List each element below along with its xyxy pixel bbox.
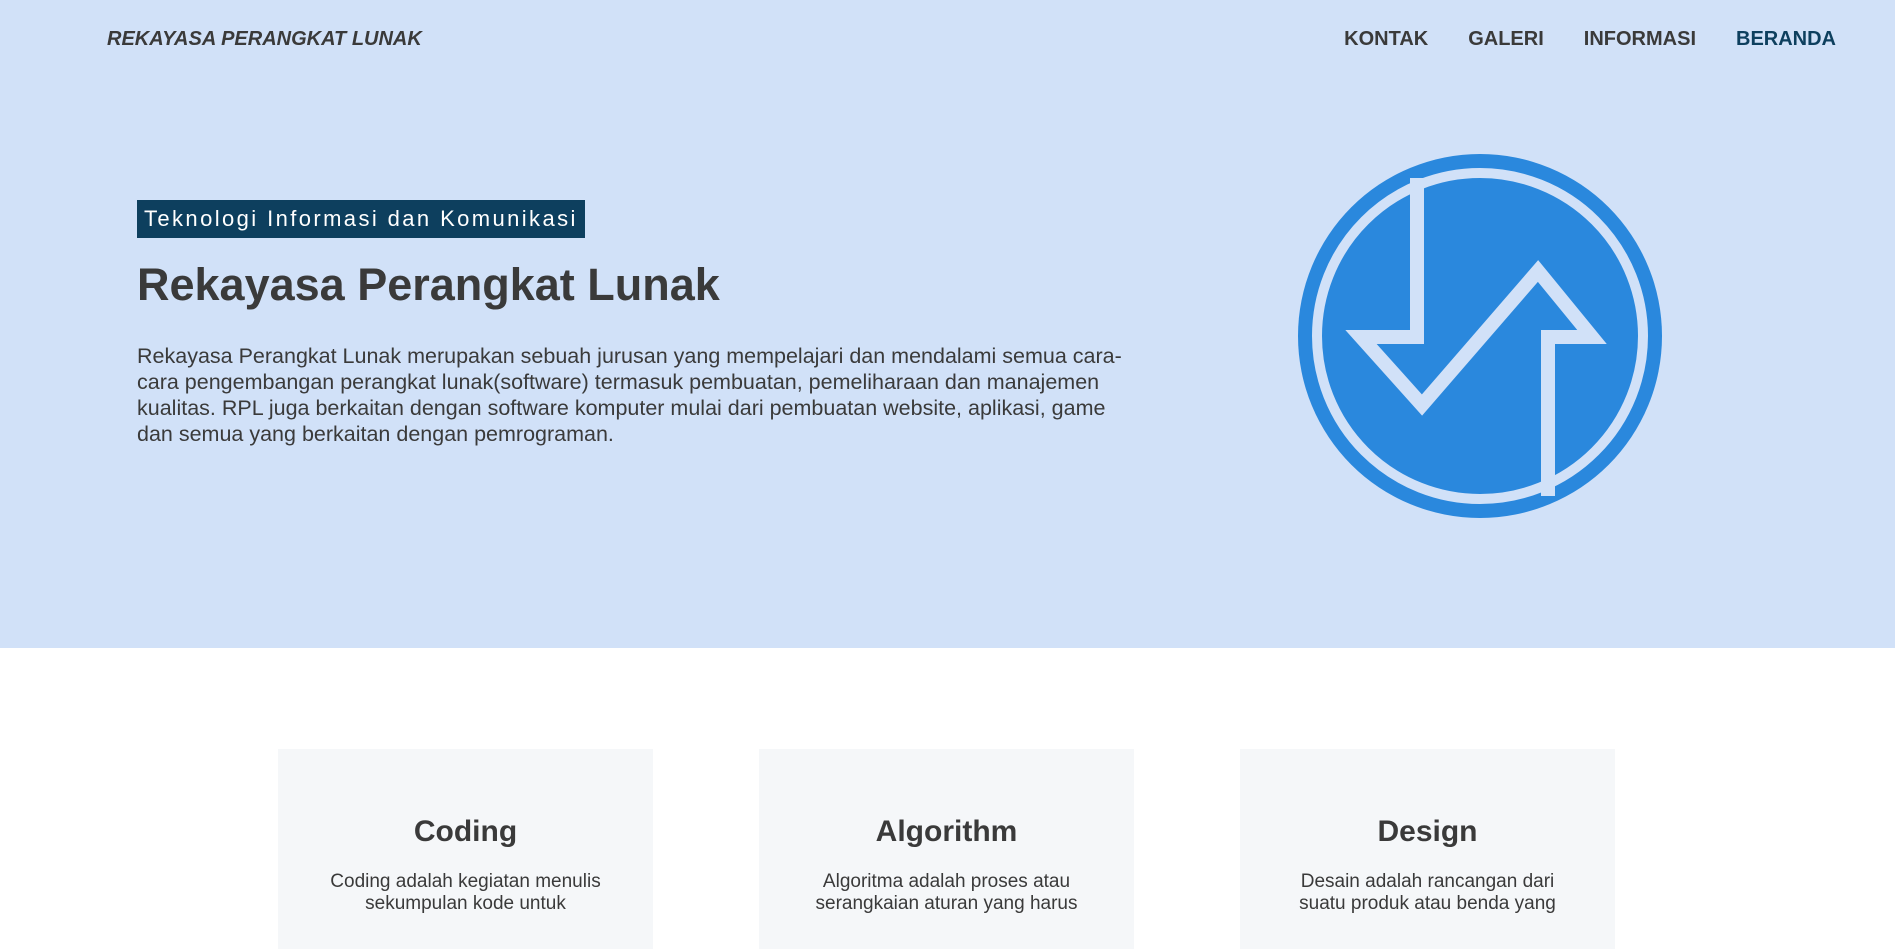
nav-link-galeri[interactable]: GALERI: [1468, 28, 1544, 51]
card-text: Algoritma adalah proses atau serangkaian…: [815, 871, 1078, 914]
card-title: Design: [1377, 815, 1478, 848]
card-coding: Coding Coding adalah kegiatan menulis se…: [278, 749, 653, 949]
card-text: Desain adalah rancangan dari suatu produ…: [1299, 871, 1556, 914]
main-nav: KONTAK GALERI INFORMASI BERANDA: [1344, 28, 1836, 51]
features-section: Coding Coding adalah kegiatan menulis se…: [0, 648, 1895, 949]
hero-section: REKAYASA PERANGKAT LUNAK KONTAK GALERI I…: [0, 0, 1895, 648]
hero-title: Rekayasa Perangkat Lunak: [137, 259, 720, 310]
hero-description: Rekayasa Perangkat Lunak merupakan sebua…: [137, 344, 1122, 446]
card-algorithm: Algorithm Algoritma adalah proses atau s…: [759, 749, 1134, 949]
hero-tag: Teknologi Informasi dan Komunikasi: [137, 200, 585, 238]
site-brand[interactable]: REKAYASA PERANGKAT LUNAK: [107, 28, 422, 51]
card-text: Coding adalah kegiatan menulis sekumpula…: [330, 871, 601, 914]
rpl-logo-icon: [1298, 154, 1662, 518]
card-title: Algorithm: [875, 815, 1018, 848]
nav-link-kontak[interactable]: KONTAK: [1344, 28, 1428, 51]
nav-link-beranda[interactable]: BERANDA: [1736, 28, 1836, 51]
card-design: Design Desain adalah rancangan dari suat…: [1240, 749, 1615, 949]
nav-link-informasi[interactable]: INFORMASI: [1584, 28, 1696, 51]
card-title: Coding: [413, 815, 518, 848]
